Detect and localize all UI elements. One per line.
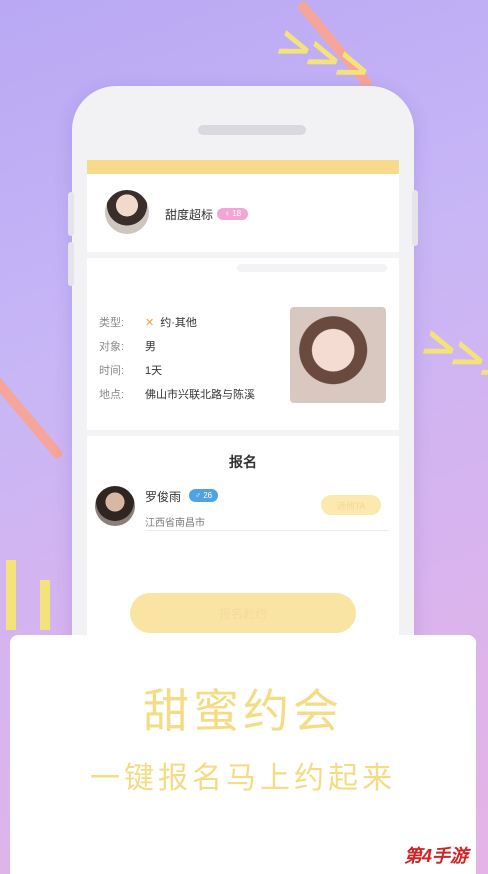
choose-user-button[interactable]: 选他TA: [321, 495, 381, 515]
placeholder-line: [237, 264, 387, 272]
decor-stripe-left: [0, 369, 65, 461]
info-row-time: 时间: 1天: [99, 362, 162, 378]
info-row-type: 类型: ✕ 约·其他: [99, 314, 197, 330]
signup-button[interactable]: 报名赴约: [130, 593, 356, 633]
info-value: 男: [145, 341, 156, 353]
event-photo[interactable]: [290, 307, 386, 403]
user-age-badge: ♂ 26: [189, 489, 219, 502]
host-age-badge: ♀ 18: [217, 208, 249, 220]
promo-headline: 甜蜜约会: [143, 685, 343, 737]
user-location: 江西省南昌市: [145, 518, 205, 529]
info-label: 地点:: [99, 389, 125, 401]
section-divider: [87, 430, 399, 436]
phone-speaker: [198, 125, 306, 135]
info-label: 类型:: [99, 317, 125, 329]
male-icon: ♂: [195, 491, 201, 500]
row-divider: [145, 530, 389, 531]
info-value: 佛山市兴联北路与陈溪: [145, 389, 255, 401]
phone-side-button: [68, 242, 74, 286]
info-value: 1天: [145, 365, 163, 377]
app-screen: 甜度超标 ♀ 18 类型: ✕ 约·其他 对象: 男 时间: 1天 地点: 佛山市兴联北路…: [87, 160, 399, 635]
site-logo: 第4手游: [404, 846, 469, 866]
host-age: 18: [232, 209, 242, 218]
user-avatar[interactable]: [95, 486, 135, 526]
info-row-place: 地点: 佛山市兴联北路与陈溪: [99, 386, 255, 402]
host-avatar[interactable]: [105, 190, 149, 234]
user-name: 罗俊雨: [145, 490, 182, 504]
promo-panel: 甜蜜约会 一键报名马上约起来: [10, 635, 476, 874]
info-label: 时间:: [99, 365, 125, 377]
status-bar: [87, 160, 399, 174]
info-label: 对象:: [99, 341, 125, 353]
user-age: 26: [203, 491, 213, 500]
info-row-target: 对象: 男: [99, 338, 156, 354]
decor-bar-1: [6, 560, 16, 630]
decor-chevrons-top: >>>: [269, 15, 374, 96]
fork-knife-icon: ✕: [145, 316, 155, 329]
signup-title: 报名: [229, 454, 257, 470]
host-name: 甜度超标: [165, 208, 214, 222]
decor-chevrons-right: >>>: [414, 315, 488, 396]
phone-side-button: [68, 192, 74, 236]
phone-side-button: [412, 190, 418, 246]
promo-tagline: 一键报名马上约起来: [90, 762, 396, 795]
info-value: 约·其他: [160, 317, 197, 329]
host-header: 甜度超标 ♀ 18: [87, 174, 399, 258]
decor-bar-2: [40, 580, 50, 630]
